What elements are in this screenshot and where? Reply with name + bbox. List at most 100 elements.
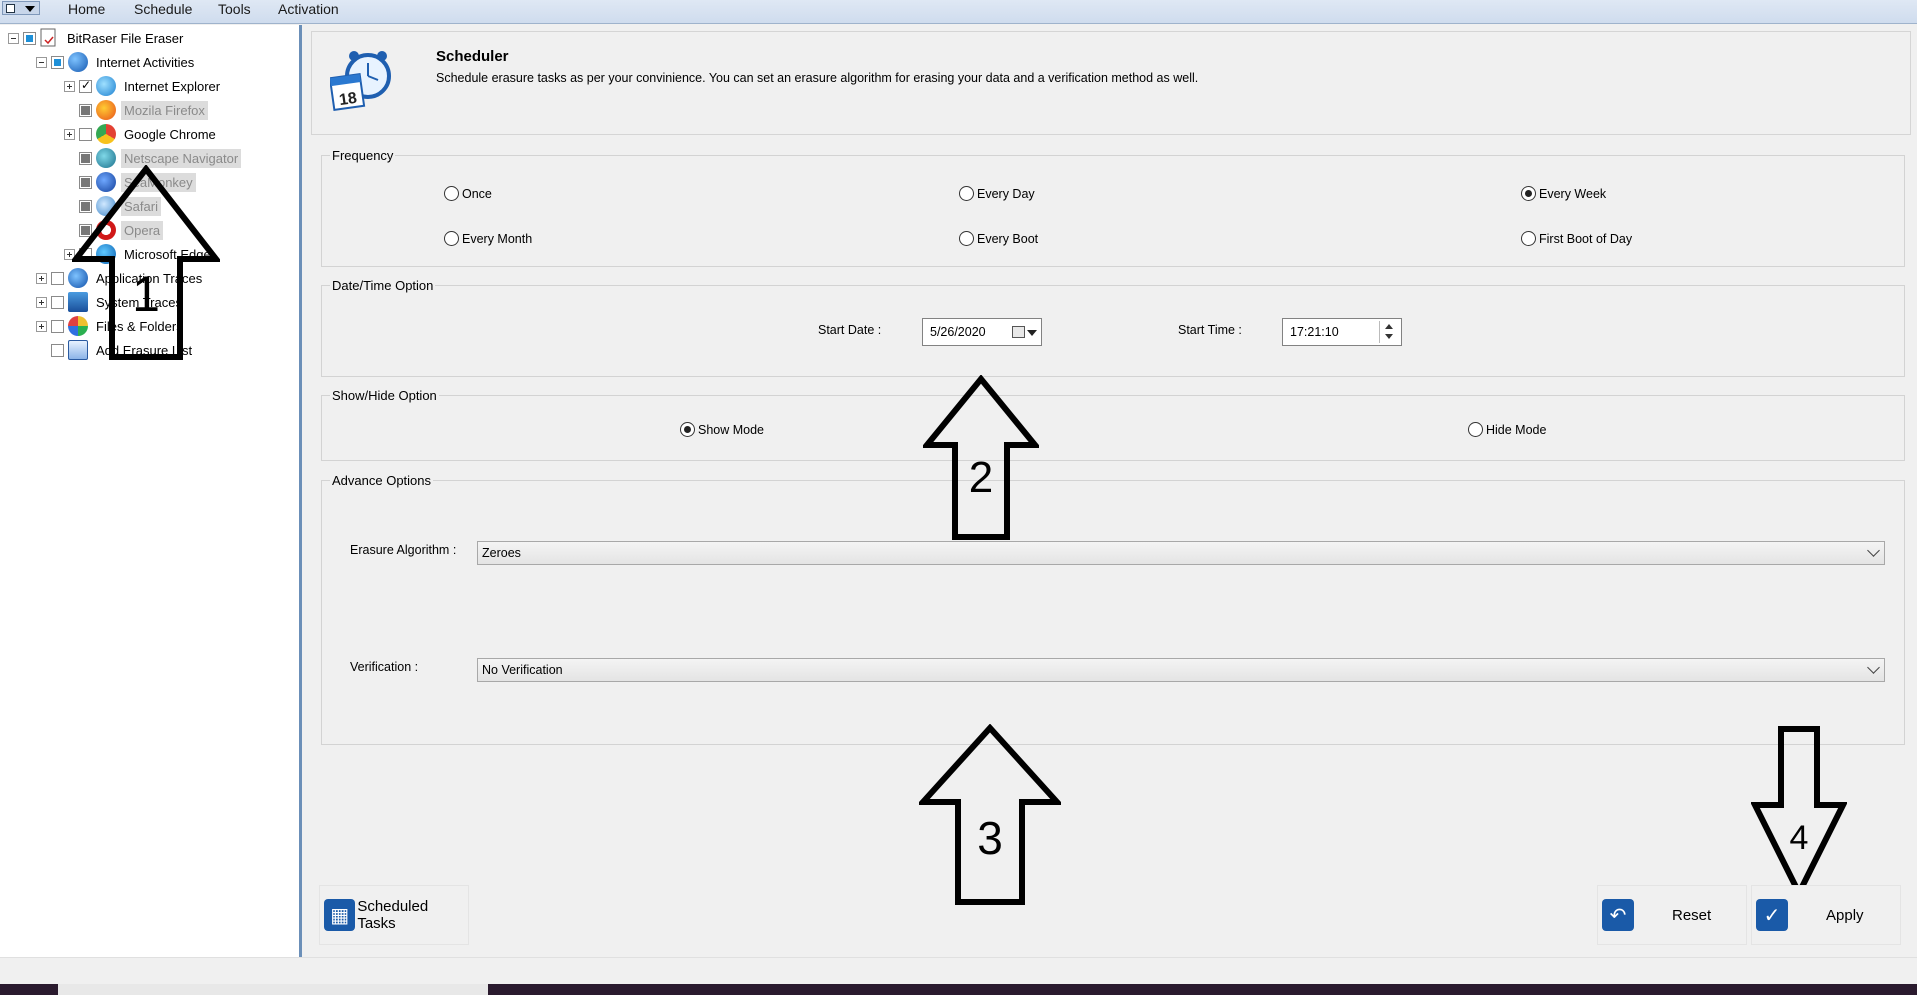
chevron-down-icon (25, 6, 35, 12)
checkbox[interactable] (79, 78, 92, 93)
expand-icon[interactable] (36, 296, 47, 308)
chrome-icon (96, 124, 116, 144)
calendar-icon[interactable] (1012, 326, 1025, 338)
undo-icon: ↶ (1602, 899, 1634, 931)
radio-every-week[interactable]: Every Week (1521, 186, 1606, 201)
tree-label: Google Chrome (124, 126, 216, 142)
apply-button[interactable]: ✓ Apply (1751, 885, 1901, 945)
annotation-arrow-down-4: 4 (1751, 726, 1847, 897)
spin-down-icon[interactable] (1385, 334, 1393, 339)
time-spinner[interactable] (1379, 321, 1399, 343)
menu-activation[interactable]: Activation (278, 1, 339, 17)
checkbox (79, 103, 92, 117)
expand-icon[interactable] (64, 128, 75, 140)
verification-value: No Verification (482, 663, 563, 677)
erasure-algorithm-select[interactable]: Zeroes (477, 541, 1885, 565)
collapse-icon[interactable] (8, 32, 19, 44)
reset-button[interactable]: ↶ Reset (1597, 885, 1747, 945)
expand-icon[interactable] (64, 80, 75, 92)
radio-every-month[interactable]: Every Month (444, 231, 532, 246)
checkbox[interactable] (23, 31, 36, 45)
annotation-arrow-up-1: 1 (72, 165, 220, 360)
tree-item-internet-explorer[interactable]: Internet Explorer (64, 75, 223, 97)
annotation-number: 3 (977, 812, 1003, 864)
start-time-input[interactable]: 17:21:10 (1282, 318, 1402, 346)
tree-panel: BitRaser File Eraser Internet Activities… (0, 25, 302, 957)
datetime-group: Date/Time Option Start Date : 5/26/2020 … (321, 278, 1905, 377)
checkbox[interactable] (51, 319, 64, 333)
datetime-title: Date/Time Option (330, 278, 436, 293)
collapse-icon[interactable] (36, 56, 47, 68)
radio-indicator[interactable] (680, 422, 695, 437)
tree-item-firefox[interactable]: Mozila Firefox (64, 99, 208, 121)
verification-select[interactable]: No Verification (477, 658, 1885, 682)
chevron-down-icon[interactable] (1867, 544, 1880, 557)
calendar-clock-icon: 18 (330, 51, 391, 112)
radio-indicator[interactable] (959, 231, 974, 246)
annotation-number: 1 (132, 266, 160, 322)
start-date-picker[interactable]: 5/26/2020 (922, 318, 1042, 346)
tree-item-chrome[interactable]: Google Chrome (64, 123, 219, 145)
page-title: Scheduler (436, 48, 509, 65)
annotation-arrow-up-2: 2 (923, 375, 1039, 540)
showhide-group: Show/Hide Option Show Mode Hide Mode (321, 388, 1905, 461)
radio-label: Every Day (977, 186, 1035, 201)
checkbox[interactable] (79, 127, 92, 141)
radio-indicator[interactable] (1521, 186, 1536, 201)
scheduled-tasks-button[interactable]: ▦ Scheduled Tasks (319, 885, 469, 945)
checkbox (79, 151, 92, 165)
button-label: Scheduled Tasks (357, 898, 429, 932)
start-time-value: 17:21:10 (1290, 325, 1339, 339)
firefox-icon (96, 100, 116, 120)
internet-explorer-icon (96, 76, 116, 96)
checkbox[interactable] (51, 343, 64, 357)
menu-tools[interactable]: Tools (218, 1, 251, 17)
chevron-down-icon[interactable] (1867, 661, 1880, 674)
tree-label-root: BitRaser File Eraser (67, 30, 184, 46)
calendar-day: 18 (338, 90, 358, 109)
erasure-algorithm-value: Zeroes (482, 546, 521, 560)
checkbox[interactable] (51, 295, 64, 309)
calendar-icon: ▦ (324, 899, 356, 931)
radio-indicator[interactable] (1468, 422, 1483, 437)
spin-up-icon[interactable] (1385, 324, 1393, 329)
expand-icon[interactable] (36, 272, 47, 284)
tree-label: Mozila Firefox (121, 100, 208, 120)
document-icon (40, 28, 56, 47)
radio-every-boot[interactable]: Every Boot (959, 231, 1038, 246)
radio-first-boot[interactable]: First Boot of Day (1521, 231, 1632, 246)
frequency-title: Frequency (330, 148, 396, 163)
advance-options-group: Advance Options Erasure Algorithm : Zero… (321, 473, 1905, 745)
radio-indicator[interactable] (444, 186, 459, 201)
scheduler-header: 18 Scheduler Schedule erasure tasks as p… (311, 31, 1911, 135)
button-label: Apply (1826, 906, 1864, 924)
radio-label: Every Month (462, 231, 533, 246)
radio-every-day[interactable]: Every Day (959, 186, 1035, 201)
radio-indicator[interactable] (1521, 231, 1536, 246)
app-menu-button[interactable] (2, 1, 40, 15)
erasure-algorithm-label: Erasure Algorithm : (350, 543, 457, 557)
frequency-group: Frequency Once Every Day Every Week Ever… (321, 148, 1905, 267)
radio-label: Every Week (1539, 186, 1607, 201)
chevron-down-icon[interactable] (1027, 330, 1037, 336)
checkbox[interactable] (51, 271, 64, 285)
taskbar-item[interactable] (58, 984, 488, 995)
radio-show-mode[interactable]: Show Mode (680, 422, 764, 437)
radio-once[interactable]: Once (444, 186, 492, 201)
tree-label-internet-activities: Internet Activities (96, 54, 195, 70)
start-date-label: Start Date : (818, 323, 882, 337)
radio-hide-mode[interactable]: Hide Mode (1468, 422, 1546, 437)
tree-item-internet-activities[interactable]: Internet Activities (36, 51, 197, 73)
checkbox[interactable] (51, 55, 64, 69)
menu-schedule[interactable]: Schedule (134, 1, 192, 17)
radio-label: Hide Mode (1486, 422, 1547, 437)
tree-item-root[interactable]: BitRaser File Eraser (8, 27, 186, 49)
expand-icon[interactable] (36, 320, 47, 332)
page-subtitle: Schedule erasure tasks as per your convi… (436, 71, 1199, 85)
menu-bar: Home Schedule Tools Activation (0, 0, 1917, 24)
radio-indicator[interactable] (444, 231, 459, 246)
menu-home[interactable]: Home (68, 1, 105, 17)
verification-label: Verification : (350, 660, 419, 674)
app-icon (6, 4, 15, 13)
radio-indicator[interactable] (959, 186, 974, 201)
